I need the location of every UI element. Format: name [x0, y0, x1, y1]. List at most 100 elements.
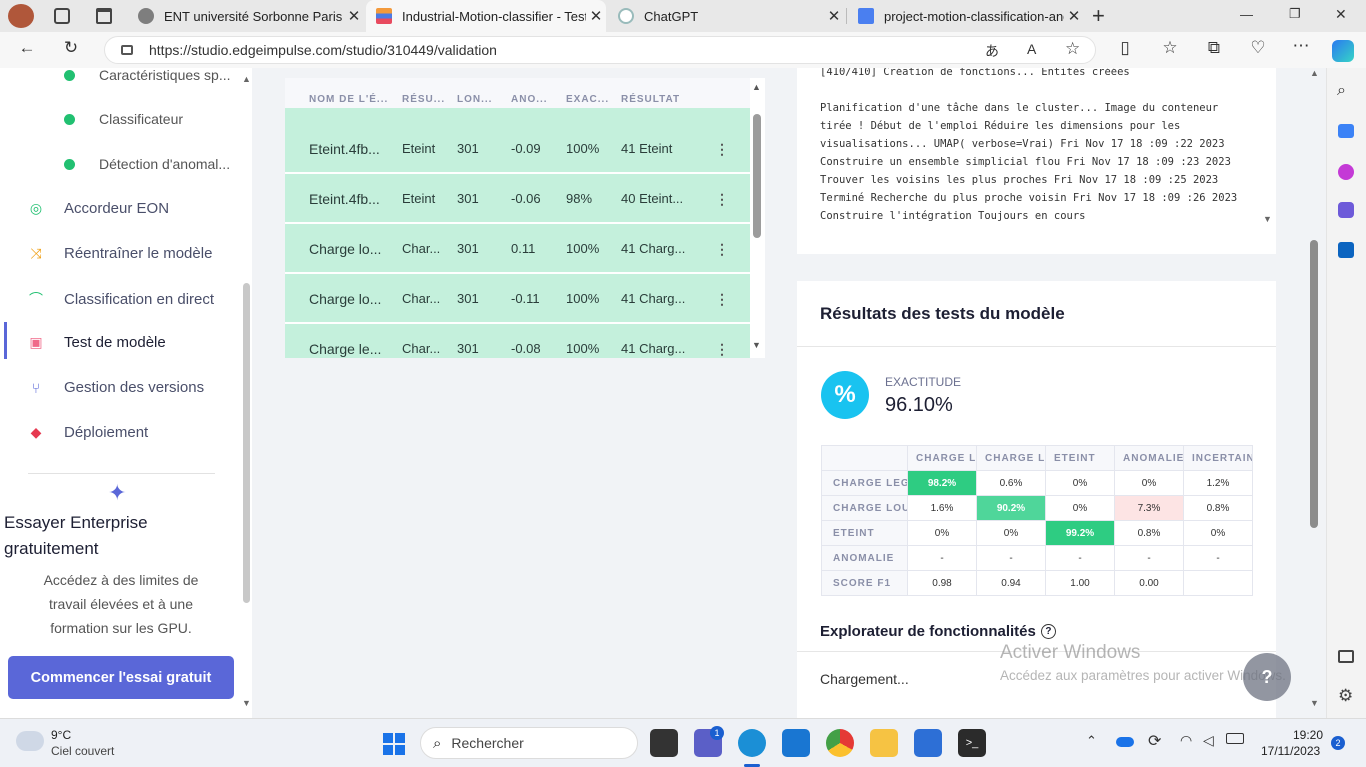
kebab-menu-icon[interactable]: ⋮: [715, 191, 729, 208]
sidebar-item-label: Test de modèle: [64, 334, 166, 351]
scroll-down-arrow[interactable]: ▼: [752, 340, 761, 350]
profile-avatar[interactable]: [8, 4, 34, 28]
wifi-icon[interactable]: ◠: [1180, 732, 1192, 749]
sample-length: 301: [457, 291, 479, 306]
kebab-menu-icon[interactable]: ⋮: [715, 241, 729, 258]
sidebar-item-live-classification[interactable]: ⌒ Classification en direct: [26, 289, 214, 309]
close-icon[interactable]: ✕: [824, 7, 844, 25]
battery-icon[interactable]: [1226, 733, 1244, 744]
scroll-up-arrow[interactable]: ▲: [242, 74, 251, 84]
favorites-icon[interactable]: ☆: [1155, 38, 1185, 58]
search-icon[interactable]: ⌕: [1337, 82, 1346, 100]
sample-name: Eteint.4fb...: [309, 191, 380, 207]
edge-icon[interactable]: [738, 729, 766, 757]
column-header[interactable]: EXAC...: [566, 94, 609, 105]
matrix-row-header: CHARGE LEG: [821, 470, 908, 496]
column-header[interactable]: RÉSULTAT: [621, 94, 680, 105]
tools-icon[interactable]: [1338, 164, 1354, 180]
add-favorite-icon[interactable]: ☆: [1065, 39, 1080, 59]
table-row[interactable]: Eteint.4fb... Eteint 301 -0.09 100% 41 E…: [285, 124, 750, 173]
sidebar-scrollbar[interactable]: [243, 283, 250, 603]
search-placeholder: Rechercher: [451, 735, 524, 751]
store-icon[interactable]: [914, 729, 942, 757]
kebab-menu-icon[interactable]: ⋮: [715, 291, 729, 308]
sidebar-item-versioning[interactable]: ⑂ Gestion des versions: [26, 379, 204, 396]
tab-chatgpt[interactable]: ChatGPT ✕: [608, 0, 844, 32]
clock-time[interactable]: 19:20: [1293, 728, 1323, 742]
anomaly-score: -0.11: [511, 291, 540, 306]
collections-icon[interactable]: ⧉: [1199, 38, 1229, 58]
chatgpt-favicon: [618, 8, 634, 24]
new-tab-button[interactable]: +: [1092, 3, 1105, 29]
volume-icon[interactable]: ◁: [1203, 732, 1214, 749]
mail-icon[interactable]: [782, 729, 810, 757]
tab-actions-icon[interactable]: [96, 8, 112, 24]
table-row[interactable]: Charge le... Char... 301 -0.08 100% 41 C…: [285, 324, 750, 358]
taskbar-search[interactable]: ⌕ Rechercher: [420, 727, 638, 759]
translate-icon[interactable]: あ: [985, 41, 999, 61]
copilot-icon[interactable]: [1332, 40, 1354, 62]
weather-icon[interactable]: [16, 731, 44, 751]
tab-ent[interactable]: ENT université Sorbonne Paris No ✕: [128, 0, 364, 32]
scroll-up-arrow[interactable]: ▲: [1310, 68, 1319, 78]
minimize-button[interactable]: —: [1240, 7, 1253, 22]
scroll-down-arrow[interactable]: ▼: [1310, 698, 1319, 708]
close-icon[interactable]: ✕: [344, 7, 364, 25]
outlook-icon[interactable]: [1338, 242, 1354, 258]
help-chat-button[interactable]: ?: [1243, 653, 1291, 701]
page-scrollbar[interactable]: [1310, 240, 1318, 528]
sync-icon[interactable]: ⟳: [1148, 731, 1161, 751]
tab-project-doc[interactable]: project-motion-classification-and ✕: [848, 0, 1084, 32]
sidebar-item-model-testing[interactable]: ▣ Test de modèle: [26, 334, 166, 351]
chevron-up-icon[interactable]: ⌃: [1086, 733, 1097, 749]
start-button[interactable]: [383, 733, 405, 755]
column-header[interactable]: RÉSU...: [402, 94, 445, 105]
close-icon[interactable]: ✕: [1064, 7, 1084, 25]
help-icon[interactable]: ?: [1040, 624, 1056, 639]
sidebar-sub-item-classifier[interactable]: Classificateur: [64, 111, 183, 127]
url-field[interactable]: https://studio.edgeimpulse.com/studio/31…: [104, 36, 1096, 64]
table-row[interactable]: Charge lo... Char... 301 -0.11 100% 41 C…: [285, 274, 750, 323]
notification-badge[interactable]: 2: [1331, 736, 1345, 750]
sidebar-sub-item-features[interactable]: Caractéristiques sp...: [64, 68, 231, 83]
column-header[interactable]: LON...: [457, 94, 492, 105]
office-icon[interactable]: [1338, 202, 1354, 218]
chrome-icon[interactable]: [826, 729, 854, 757]
restore-button[interactable]: ❐: [1289, 6, 1301, 22]
read-aloud-icon[interactable]: A: [1027, 41, 1036, 57]
terminal-icon[interactable]: >_: [958, 729, 986, 757]
back-icon[interactable]: ←: [12, 38, 42, 58]
matrix-row-header: ANOMALIE: [821, 545, 908, 571]
scroll-up-arrow[interactable]: ▲: [752, 82, 761, 92]
split-screen-icon[interactable]: ▯: [1110, 38, 1140, 58]
scroll-down-arrow[interactable]: ▼: [242, 698, 251, 708]
start-trial-button[interactable]: Commencer l'essai gratuit: [8, 656, 234, 699]
clock-date[interactable]: 17/11/2023: [1261, 744, 1320, 758]
tab-industrial-motion[interactable]: Industrial-Motion-classifier - Test ✕: [366, 0, 606, 32]
more-menu-icon[interactable]: ⋯: [1286, 36, 1316, 56]
onedrive-icon[interactable]: [1116, 737, 1134, 747]
sample-length: 301: [457, 191, 479, 206]
column-header[interactable]: NOM DE L'É...: [309, 94, 388, 105]
table-row[interactable]: Charge lo... Char... 301 0.11 100% 41 Ch…: [285, 224, 750, 273]
sidebar-item-retrain[interactable]: ⤨ Réentraîner le modèle: [26, 245, 212, 262]
settings-icon[interactable]: ⚙: [1338, 686, 1353, 706]
close-icon[interactable]: ✕: [586, 7, 606, 25]
sidebar-item-deployment[interactable]: ◆ Déploiement: [26, 424, 149, 441]
file-explorer-icon[interactable]: [870, 729, 898, 757]
refresh-icon[interactable]: ↻: [56, 38, 86, 58]
sidebar-panel-icon[interactable]: [1338, 650, 1354, 663]
column-header[interactable]: ANO...: [511, 94, 548, 105]
shopping-icon[interactable]: [1338, 124, 1354, 138]
performance-icon[interactable]: ♡: [1243, 38, 1273, 58]
close-window-button[interactable]: ✕: [1335, 6, 1347, 23]
sidebar-item-eon-tuner[interactable]: ◎ Accordeur EON: [26, 200, 169, 217]
sidebar-sub-item-anomaly[interactable]: Détection d'anomal...: [64, 156, 230, 172]
kebab-menu-icon[interactable]: ⋮: [715, 141, 729, 158]
workspaces-icon[interactable]: [54, 8, 70, 24]
task-view-icon[interactable]: [650, 729, 678, 757]
table-row[interactable]: Eteint.4fb... Eteint 301 -0.06 98% 40 Et…: [285, 174, 750, 223]
table-scrollbar[interactable]: [753, 114, 761, 238]
kebab-menu-icon[interactable]: ⋮: [715, 341, 729, 358]
scroll-down-arrow[interactable]: ▼: [1263, 214, 1272, 224]
